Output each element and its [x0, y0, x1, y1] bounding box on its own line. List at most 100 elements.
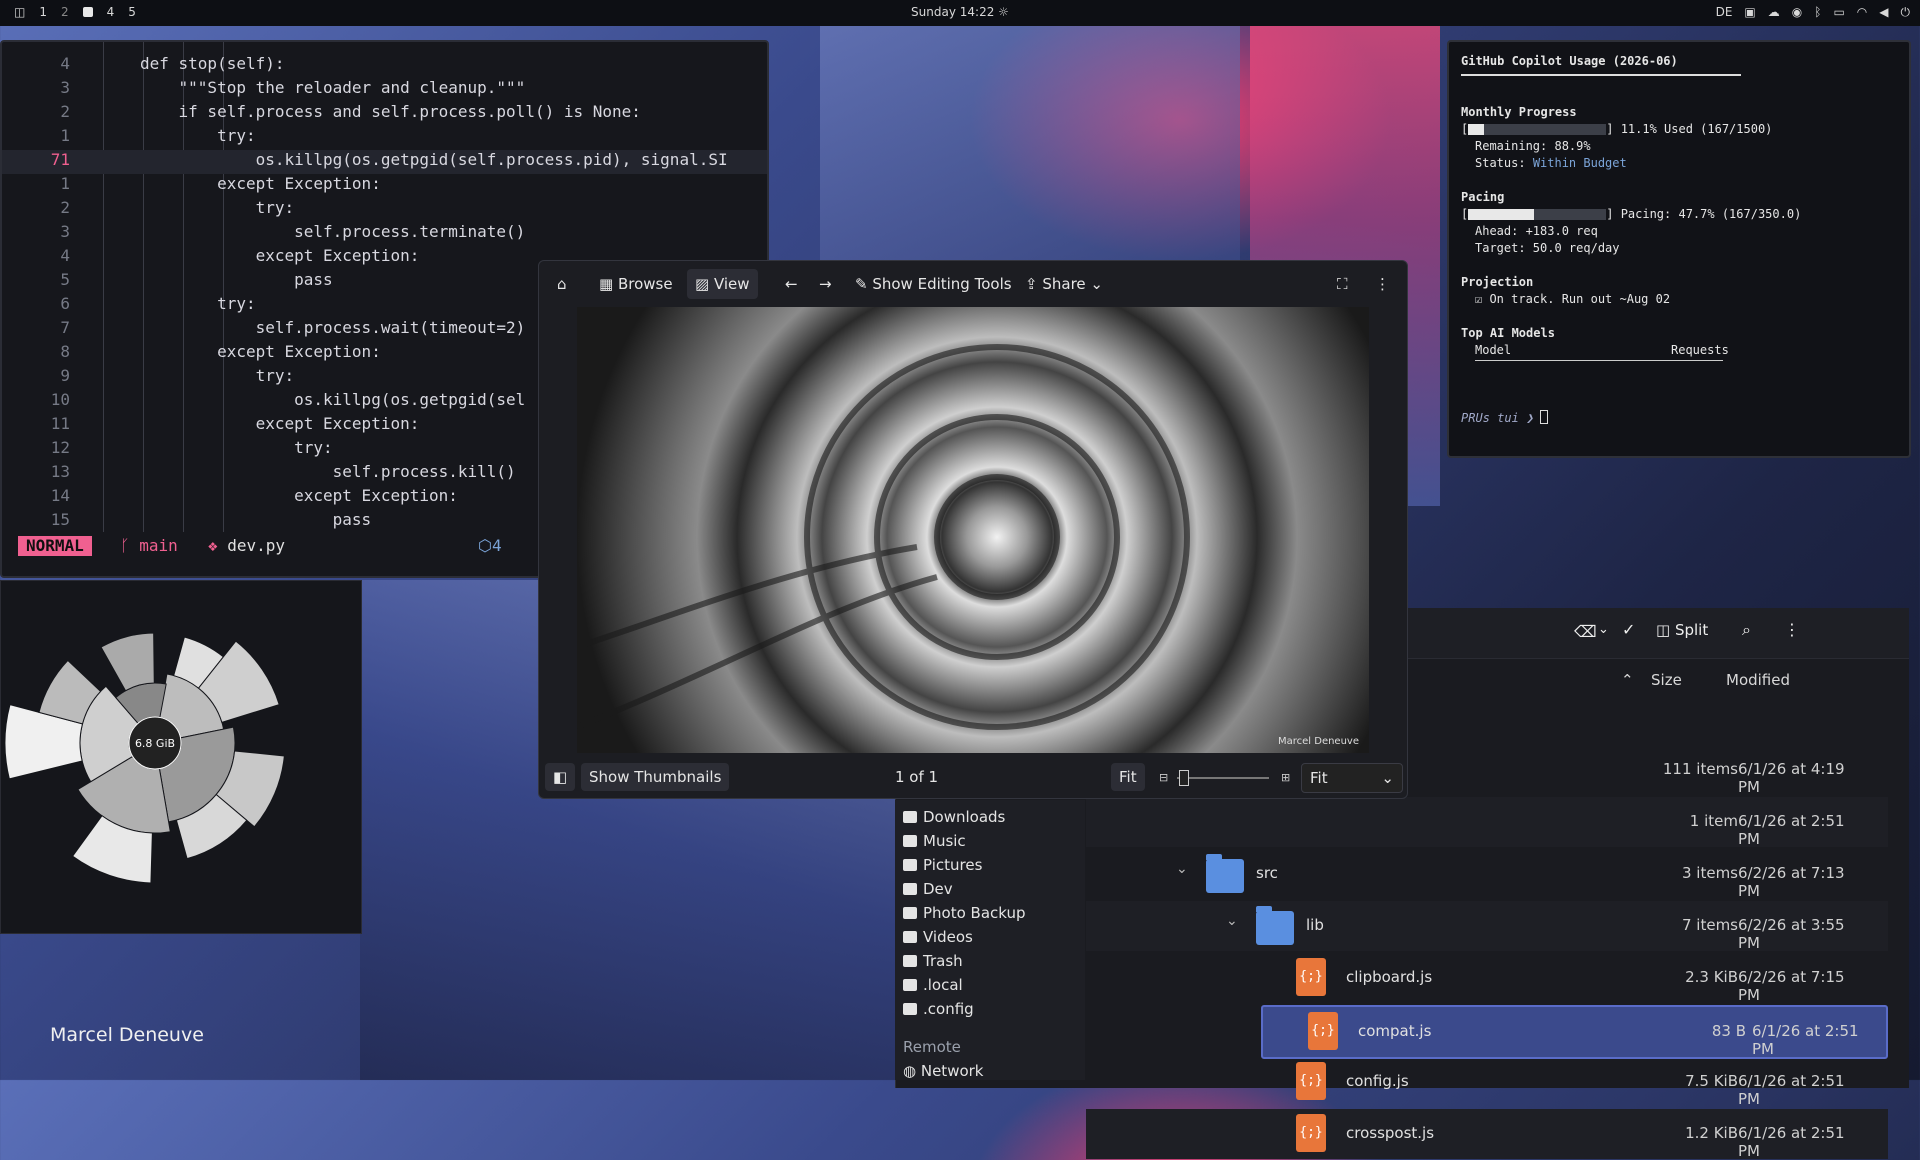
line-number: 1: [60, 126, 70, 145]
split-button[interactable]: ◫ Split: [1656, 621, 1708, 639]
python-icon: ❖: [208, 536, 228, 555]
keyboard-layout[interactable]: DE: [1716, 5, 1733, 20]
wifi-icon[interactable]: ◠: [1857, 5, 1867, 20]
file-row-selected[interactable]: {;} compat.js 83 B 6/1/26 at 2:51 PM: [1261, 1005, 1888, 1059]
line-number: 5: [60, 270, 70, 289]
fullscreen-icon: ⛶: [1337, 275, 1348, 293]
code-text: if self.process and self.process.poll() …: [140, 102, 641, 121]
home-button[interactable]: ⌂: [549, 269, 575, 299]
code-line[interactable]: 1 try:: [2, 126, 767, 150]
sort-ascending-icon[interactable]: ⌃: [1621, 660, 1634, 700]
code-line[interactable]: 2 if self.process and self.process.poll(…: [2, 102, 767, 126]
menu-button[interactable]: ⋮: [1367, 269, 1398, 299]
monthly-used: 11.1% Used (167/1500): [1620, 122, 1773, 136]
zoom-slider[interactable]: [1177, 777, 1269, 779]
image-icon: ▨: [695, 275, 714, 293]
sidebar-item-pictures[interactable]: Pictures: [903, 856, 982, 878]
display-icon[interactable]: ▭: [1833, 5, 1844, 20]
code-text: except Exception:: [140, 486, 458, 505]
cursor: [1540, 410, 1549, 424]
check-icon[interactable]: ✓: [1622, 620, 1635, 639]
displayed-photo[interactable]: Marcel Deneuve: [577, 307, 1369, 753]
file-row[interactable]: {;} crosspost.js 1.2 KiB 6/1/26 at 2:51 PM: [1086, 1109, 1888, 1160]
menu-icon[interactable]: ⋮: [1784, 620, 1800, 639]
search-icon[interactable]: ⌕: [1742, 620, 1751, 640]
file-row[interactable]: 1 item 6/1/26 at 2:51 PM: [1086, 797, 1888, 848]
copilot-title: GitHub Copilot Usage (2026-06): [1461, 54, 1678, 68]
code-line[interactable]: 2 try:: [2, 198, 767, 222]
line-number: 13: [50, 462, 70, 481]
videos-icon: [903, 931, 917, 943]
file-size: 83 B: [1711, 1022, 1746, 1040]
sidebar-item-local[interactable]: .local: [903, 976, 963, 998]
copilot-usage-terminal[interactable]: GitHub Copilot Usage (2026-06) Monthly P…: [1447, 40, 1911, 458]
code-line[interactable]: 71 os.killpg(os.getpgid(self.process.pid…: [2, 150, 767, 174]
arrow-right-icon: →: [819, 275, 832, 293]
code-line[interactable]: 3 """Stop the reloader and cleanup.""": [2, 78, 767, 102]
clock[interactable]: Sunday 14:22 ☼: [0, 5, 1920, 19]
sidebar-item-dev[interactable]: Dev: [903, 880, 953, 902]
cloud-icon[interactable]: ☁: [1768, 5, 1780, 20]
share-button[interactable]: ⇪ Share ⌄: [1017, 269, 1111, 299]
chevron-down-icon[interactable]: ⌄: [1226, 913, 1238, 929]
browse-button[interactable]: ▦ Browse: [591, 269, 681, 299]
clear-icon[interactable]: ⌫: [1574, 622, 1597, 641]
line-number: 9: [60, 366, 70, 385]
code-text: pass: [140, 510, 372, 529]
sidebar-item-config[interactable]: .config: [903, 1000, 974, 1022]
sidebar-item-photo-backup[interactable]: Photo Backup: [903, 904, 1026, 926]
code-line[interactable]: 3 self.process.terminate(): [2, 222, 767, 246]
file-row[interactable]: ⌄ lib 7 items 6/2/26 at 3:55 PM: [1086, 901, 1888, 952]
file-row[interactable]: {;} config.js 7.5 KiB 6/1/26 at 2:51 PM: [1086, 1057, 1888, 1108]
zoom-in-icon[interactable]: ⊞: [1281, 771, 1290, 784]
back-button[interactable]: ←: [777, 269, 806, 299]
chevron-down-icon[interactable]: ⌄: [1598, 622, 1609, 637]
file-size: 111 items: [1662, 760, 1738, 778]
places-sidebar: Downloads Music Pictures Dev Photo Backup Vid…: [895, 800, 1085, 1080]
game-icon[interactable]: ◉: [1792, 5, 1802, 20]
shell-prompt[interactable]: PRUs tui ❯: [1461, 410, 1549, 425]
sidebar-item-network[interactable]: ◍ Network: [903, 1062, 984, 1084]
diagnostics-count: ⬡4: [478, 536, 502, 555]
column-modified[interactable]: Modified: [1726, 660, 1790, 700]
power-icon[interactable]: ⏻: [1901, 5, 1911, 20]
line-number: 15: [50, 510, 70, 529]
fit-button[interactable]: Fit: [1111, 763, 1145, 791]
folder-icon: [1206, 854, 1244, 893]
column-size[interactable]: Size: [1651, 660, 1682, 700]
disk-usage-window[interactable]: 6.8 GiB: [0, 580, 362, 934]
show-editing-tools-button[interactable]: ✎ Show Editing Tools: [847, 269, 1020, 299]
sidebar-item-music[interactable]: Music: [903, 832, 966, 854]
network-icon: ◍: [903, 1062, 921, 1080]
code-line[interactable]: 4 def stop(self):: [2, 54, 767, 78]
sidebar-toggle-button[interactable]: ◧: [545, 763, 576, 791]
cube-icon: ⬡: [478, 536, 492, 555]
wallpaper-structure: [820, 26, 1240, 286]
col-requests: Requests: [1671, 343, 1729, 357]
file-row[interactable]: ⌄ src 3 items 6/2/26 at 7:13 PM: [1086, 849, 1888, 900]
code-line[interactable]: 1 except Exception:: [2, 174, 767, 198]
pacing-heading: Pacing: [1461, 190, 1505, 204]
volume-icon[interactable]: ◀: [1879, 5, 1888, 20]
bluetooth-icon[interactable]: ᛒ: [1814, 5, 1821, 20]
sidebar-item-downloads[interactable]: Downloads: [903, 808, 1005, 830]
fullscreen-button[interactable]: ⛶: [1329, 269, 1356, 299]
line-number: 4: [60, 246, 70, 265]
zoom-out-icon[interactable]: ⊟: [1159, 771, 1168, 784]
sidebar-item-trash[interactable]: Trash: [903, 952, 963, 974]
sun-icon: ☼: [998, 5, 1009, 19]
clipboard-icon[interactable]: ▣: [1744, 5, 1755, 20]
image-viewer-window[interactable]: ⌂ ▦ Browse ▨ View ← → ✎ Show Editing Too…: [538, 260, 1408, 799]
sidebar-item-videos[interactable]: Videos: [903, 928, 973, 950]
show-thumbnails-button[interactable]: Show Thumbnails: [581, 763, 730, 791]
disk-usage-segment[interactable]: [100, 632, 155, 692]
zoom-select[interactable]: Fit ⌄: [1301, 763, 1403, 793]
viewer-toolbar: ⌂ ▦ Browse ▨ View ← → ✎ Show Editing Too…: [539, 261, 1407, 307]
file-row[interactable]: {;} clipboard.js 2.3 KiB 6/2/26 at 7:15 PM: [1086, 953, 1888, 1004]
zoom-slider-handle[interactable]: [1179, 770, 1189, 786]
file-modified: 6/1/26 at 2:51 PM: [1738, 1072, 1845, 1108]
disk-usage-chart[interactable]: 6.8 GiB: [1, 581, 361, 933]
forward-button[interactable]: →: [811, 269, 840, 299]
chevron-down-icon[interactable]: ⌄: [1176, 861, 1188, 877]
view-button[interactable]: ▨ View: [687, 269, 758, 299]
